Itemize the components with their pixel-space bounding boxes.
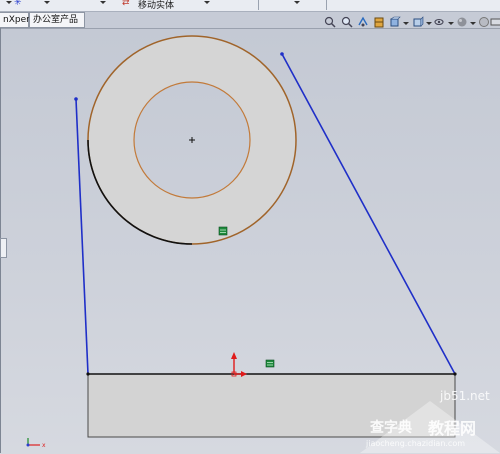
site-watermark: jb51.net 查字典 教程网 jiaocheng.chazidian.com	[360, 383, 500, 453]
tangent-relation-icon[interactable]	[218, 226, 228, 236]
sketch-endpoint[interactable]	[86, 372, 90, 376]
watermark-title-left: 查字典	[370, 420, 412, 436]
horizontal-relation-icon[interactable]	[265, 359, 275, 368]
svg-text:x: x	[42, 442, 46, 449]
watermark-subtitle: jiaocheng.chazidian.com	[366, 439, 466, 448]
sketch-endpoint[interactable]	[280, 52, 284, 56]
reference-triad-icon: x	[26, 438, 46, 449]
right-sketch-line[interactable]	[281, 53, 456, 375]
sketch-endpoint[interactable]	[453, 372, 457, 376]
watermark-site-url: jb51.net	[440, 389, 490, 403]
watermark-title-right: 教程网	[428, 419, 477, 438]
left-sketch-line[interactable]	[75, 98, 89, 375]
sketch-endpoint[interactable]	[74, 97, 78, 101]
circle-center-mark	[189, 137, 195, 143]
